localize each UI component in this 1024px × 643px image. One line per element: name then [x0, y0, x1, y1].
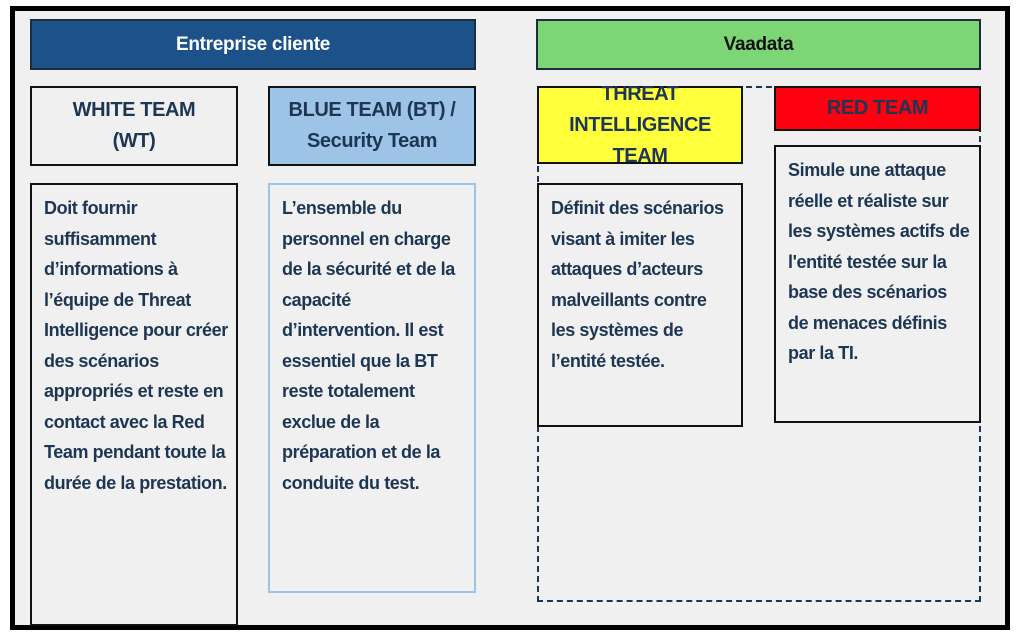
description-text: Doit fournir suffisamment d’informations… — [44, 198, 228, 493]
team-title-line2: INTELLIGENCE TEAM — [569, 113, 711, 167]
blue-team-header: BLUE TEAM (BT) / Security Team — [268, 86, 476, 166]
group-header-client-company: Entreprise cliente — [30, 19, 476, 70]
group-header-vaadata: Vaadata — [536, 19, 981, 70]
threat-intelligence-team-header: THREAT INTELLIGENCE TEAM — [537, 82, 743, 167]
red-team-description: Simule une attaque réelle et réaliste su… — [774, 145, 981, 423]
team-title-line2: (WT) — [112, 130, 156, 152]
description-text: L’ensemble du personnel en charge de la … — [282, 198, 455, 493]
group-label: Vaadata — [723, 33, 794, 55]
description-text: Simule une attaque réelle et réaliste su… — [788, 160, 970, 363]
team-title-line1: BLUE TEAM (BT) / — [288, 99, 456, 121]
white-team-header: WHITE TEAM (WT) — [30, 86, 238, 166]
white-team-description: Doit fournir suffisamment d’informations… — [30, 183, 238, 626]
group-label: Entreprise cliente — [175, 33, 331, 55]
red-team-header: RED TEAM — [774, 86, 981, 131]
team-title-line1: THREAT — [601, 82, 679, 105]
threat-intelligence-team-description: Définit des scénarios visant à imiter le… — [537, 183, 743, 427]
description-text: Définit des scénarios visant à imiter le… — [551, 198, 724, 371]
team-title-line2: Security Team — [306, 130, 438, 152]
team-title-line1: WHITE TEAM — [72, 99, 196, 121]
blue-team-description: L’ensemble du personnel en charge de la … — [268, 183, 476, 593]
team-title-line1: RED TEAM — [826, 97, 929, 119]
